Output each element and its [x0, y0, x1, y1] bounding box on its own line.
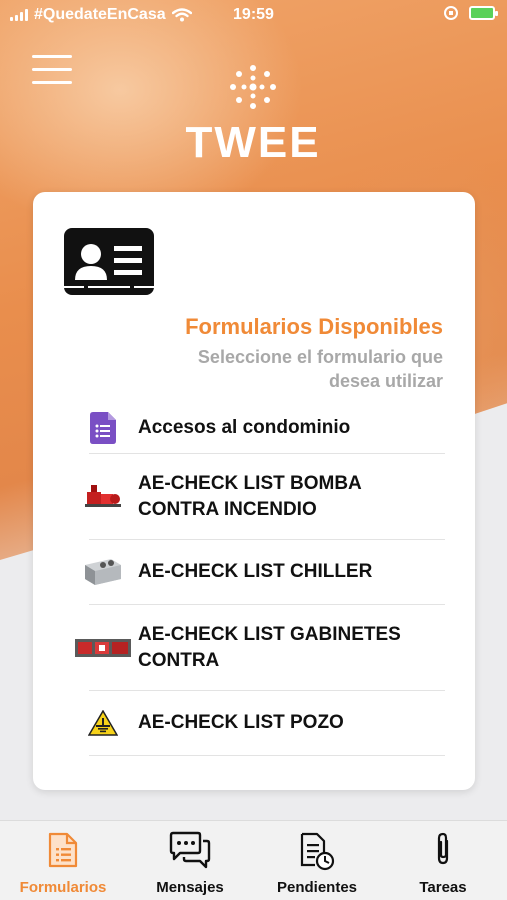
document-clock-icon: [300, 832, 335, 871]
card-subtitle: Seleccione el formulario que desea utili…: [197, 347, 443, 391]
paperclip-icon: [437, 832, 449, 865]
list-item[interactable]: AE-CHECK LIST CHILLER: [85, 540, 445, 605]
google-forms-icon: [75, 411, 131, 444]
status-bar: #QuedateEnCasa 19:59: [0, 0, 507, 30]
fire-cabinet-icon: [75, 637, 131, 659]
list-item[interactable]: Accesos al condominio: [89, 402, 445, 454]
id-card-icon: [64, 228, 154, 295]
fire-pump-icon: [75, 482, 131, 512]
hamburger-menu-icon[interactable]: [32, 55, 72, 85]
tab-formularios[interactable]: Formularios: [8, 821, 118, 900]
forms-card: Formularios Disponibles Seleccione el fo…: [33, 192, 475, 790]
tab-label: Mensajes: [156, 879, 224, 896]
tab-label: Tareas: [419, 879, 467, 896]
list-item[interactable]: AE-CHECK LIST GABINETES CONTRA: [75, 605, 445, 691]
tab-label: Pendientes: [276, 879, 358, 896]
rotation-lock-icon: [444, 6, 458, 20]
tab-tareas[interactable]: Tareas: [388, 821, 498, 900]
tab-label: Formularios: [19, 879, 107, 896]
list-item-label: AE-CHECK LIST GABINETES CONTRA: [138, 623, 401, 671]
bottom-tab-bar: Formularios Mensajes Pendientes Tareas: [0, 820, 507, 900]
logo-text: TWEE: [185, 118, 321, 167]
list-item[interactable]: AE-CHECK LIST POZO: [88, 691, 445, 756]
card-title: Formularios Disponibles: [185, 314, 443, 339]
chiller-icon: [75, 557, 131, 587]
ground-warning-icon: [75, 710, 131, 736]
twee-logo: TWEE: [178, 62, 328, 165]
list-item-label: AE-CHECK LIST BOMBA CONTRA INCENDIO: [138, 472, 362, 520]
list-item-label: AE-CHECK LIST CHILLER: [138, 561, 373, 582]
list-item-label: Accesos al condominio: [138, 416, 351, 438]
chat-bubbles-icon: [169, 831, 211, 869]
status-time: 19:59: [233, 6, 274, 23]
tab-pendientes[interactable]: Pendientes: [262, 821, 372, 900]
tab-mensajes[interactable]: Mensajes: [135, 821, 245, 900]
list-item-label: AE-CHECK LIST POZO: [138, 712, 344, 733]
list-item[interactable]: AE-CHECK LIST BOMBA CONTRA INCENDIO: [85, 454, 445, 540]
battery-icon: [469, 6, 498, 20]
form-icon: [48, 832, 78, 868]
forms-list: Accesos al condominio AE-CHECK LIST BOMB…: [75, 402, 445, 756]
logo-dots-icon: [230, 65, 276, 109]
